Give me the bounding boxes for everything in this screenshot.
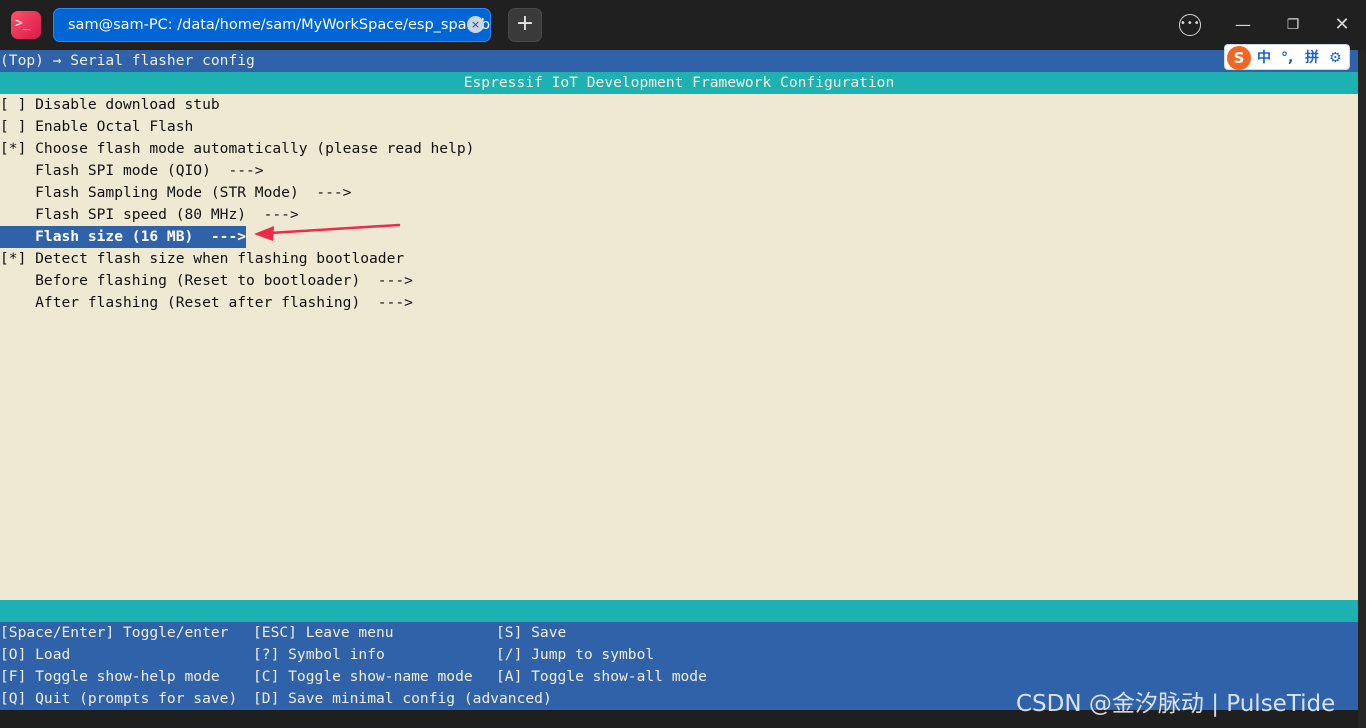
menu-item-selected[interactable]: Flash size (16 MB) ---> <box>0 226 247 248</box>
breadcrumb: (Top) → Serial flasher config <box>0 52 255 69</box>
ime-toolbar: S 中 °, 拼 ⚙ <box>1224 44 1350 70</box>
terminal-tab[interactable]: sam@sam-PC: /data/home/sam/MyWorkSpace/e… <box>53 8 491 42</box>
keybinding-hint: [?] Symbol info <box>253 646 385 663</box>
menu-item[interactable]: [ ] Disable download stub <box>0 94 220 116</box>
menu-item[interactable]: [ ] Enable Octal Flash <box>0 116 193 138</box>
minimize-button[interactable]: — <box>1231 13 1255 37</box>
ime-pinyin-toggle[interactable]: 拼 <box>1305 47 1319 69</box>
menu-item[interactable]: Flash SPI speed (80 MHz) ---> <box>0 204 299 226</box>
menuconfig-header: Espressif IoT Development Framework Conf… <box>0 72 1358 94</box>
maximize-button[interactable]: ❐ <box>1281 13 1305 37</box>
breadcrumb-bar: (Top) → Serial flasher config <box>0 50 1358 72</box>
tab-close-icon[interactable]: × <box>467 16 484 33</box>
keybinding-hint: [C] Toggle show-name mode <box>253 668 473 685</box>
new-tab-button[interactable]: + <box>508 8 542 42</box>
menu-item[interactable]: Flash Sampling Mode (STR Mode) ---> <box>0 182 351 204</box>
menu-item[interactable]: [*] Choose flash mode automatically (ple… <box>0 138 474 160</box>
keybinding-hint: [/] Jump to symbol <box>496 646 655 663</box>
ime-punct-toggle[interactable]: °, <box>1281 47 1293 69</box>
keybinding-hint: [D] Save minimal config (advanced) <box>253 690 552 707</box>
tab-title: sam@sam-PC: /data/home/sam/MyWorkSpace/e… <box>68 17 491 33</box>
keybinding-hint: [ESC] Leave menu <box>253 624 394 641</box>
close-button[interactable]: ✕ <box>1330 13 1354 37</box>
terminal-content[interactable]: (Top) → Serial flasher config Espressif … <box>0 50 1358 710</box>
more-options-icon[interactable]: ••• <box>1179 14 1201 36</box>
sogou-logo-icon[interactable]: S <box>1227 46 1251 70</box>
menu-item[interactable]: Flash SPI mode (QIO) ---> <box>0 160 263 182</box>
keybinding-hint: [Space/Enter] Toggle/enter <box>0 624 229 641</box>
csdn-watermark: CSDN @金汐脉动 | PulseTide <box>1016 691 1336 717</box>
separator-bar <box>0 600 1358 622</box>
ime-mode-toggle[interactable]: 中 <box>1257 47 1271 69</box>
terminal-icon[interactable]: >_ <box>11 11 41 39</box>
keybinding-hint: [A] Toggle show-all mode <box>496 668 707 685</box>
keybinding-hint: [F] Toggle show-help mode <box>0 668 220 685</box>
scrollbar[interactable] <box>1358 50 1366 728</box>
ime-settings-icon[interactable]: ⚙ <box>1329 47 1342 69</box>
menu-item[interactable]: After flashing (Reset after flashing) --… <box>0 292 413 314</box>
keybinding-hint: [Q] Quit (prompts for save) <box>0 690 238 707</box>
menu-item[interactable]: [*] Detect flash size when flashing boot… <box>0 248 404 270</box>
keybinding-hint: [O] Load <box>0 646 71 663</box>
menu-item[interactable]: Before flashing (Reset to bootloader) --… <box>0 270 413 292</box>
keybinding-hint: [S] Save <box>496 624 567 641</box>
window-titlebar: >_ sam@sam-PC: /data/home/sam/MyWorkSpac… <box>0 0 1366 50</box>
